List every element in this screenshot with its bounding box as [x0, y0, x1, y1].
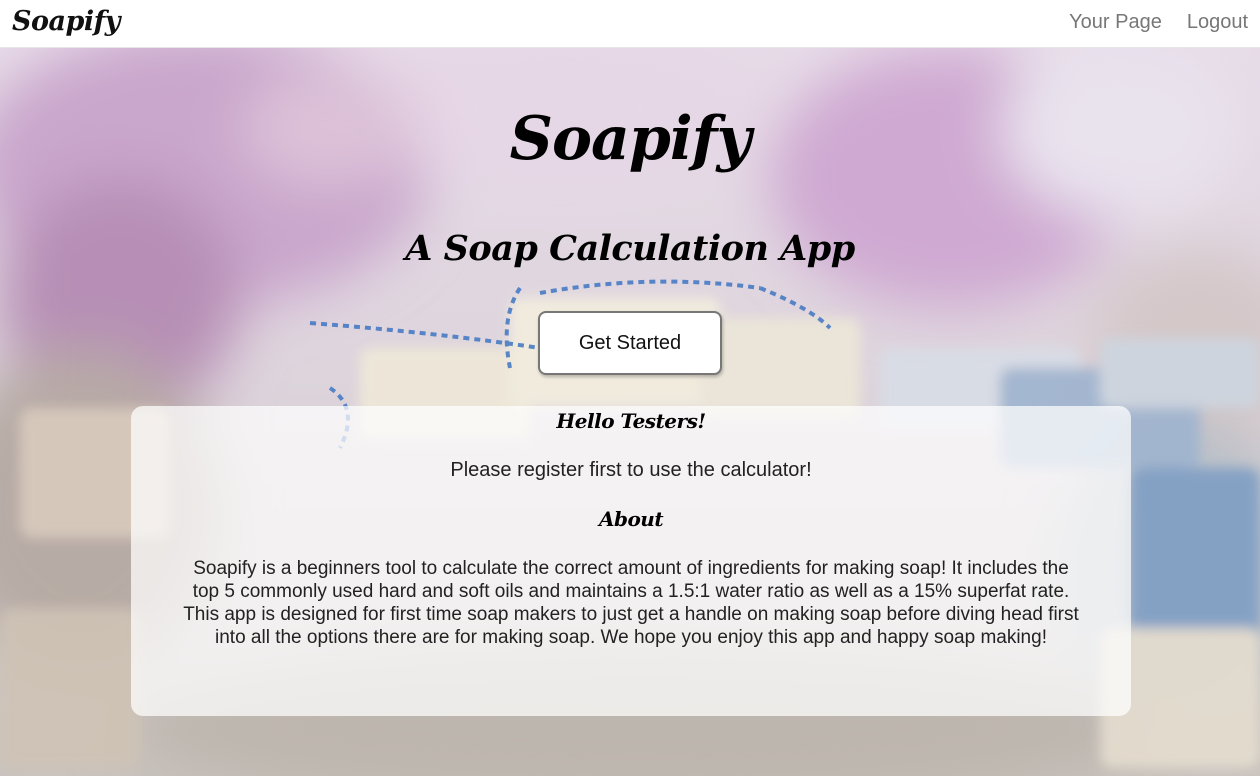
hero-section: Soapify A Soap Calculation App Get Start…	[0, 48, 1260, 776]
top-navbar: Soapify Your Page Logout	[0, 0, 1260, 48]
nav-link-your-page[interactable]: Your Page	[1069, 11, 1162, 34]
greeting-heading: Hello Testers!	[556, 409, 706, 433]
about-heading: About	[598, 507, 664, 531]
brand-logo[interactable]: Soapify	[12, 6, 120, 37]
hero-subtitle: A Soap Calculation App	[405, 228, 855, 269]
nav-links: Your Page Logout	[1069, 11, 1248, 34]
nav-link-logout[interactable]: Logout	[1187, 11, 1248, 34]
about-description: Soapify is a beginners tool to calculate…	[183, 558, 1079, 648]
register-notice: Please register first to use the calcula…	[450, 459, 812, 481]
hero-title: Soapify	[509, 104, 752, 174]
info-panel: Hello Testers! Please register first to …	[131, 406, 1131, 716]
get-started-button[interactable]: Get Started	[538, 311, 722, 375]
